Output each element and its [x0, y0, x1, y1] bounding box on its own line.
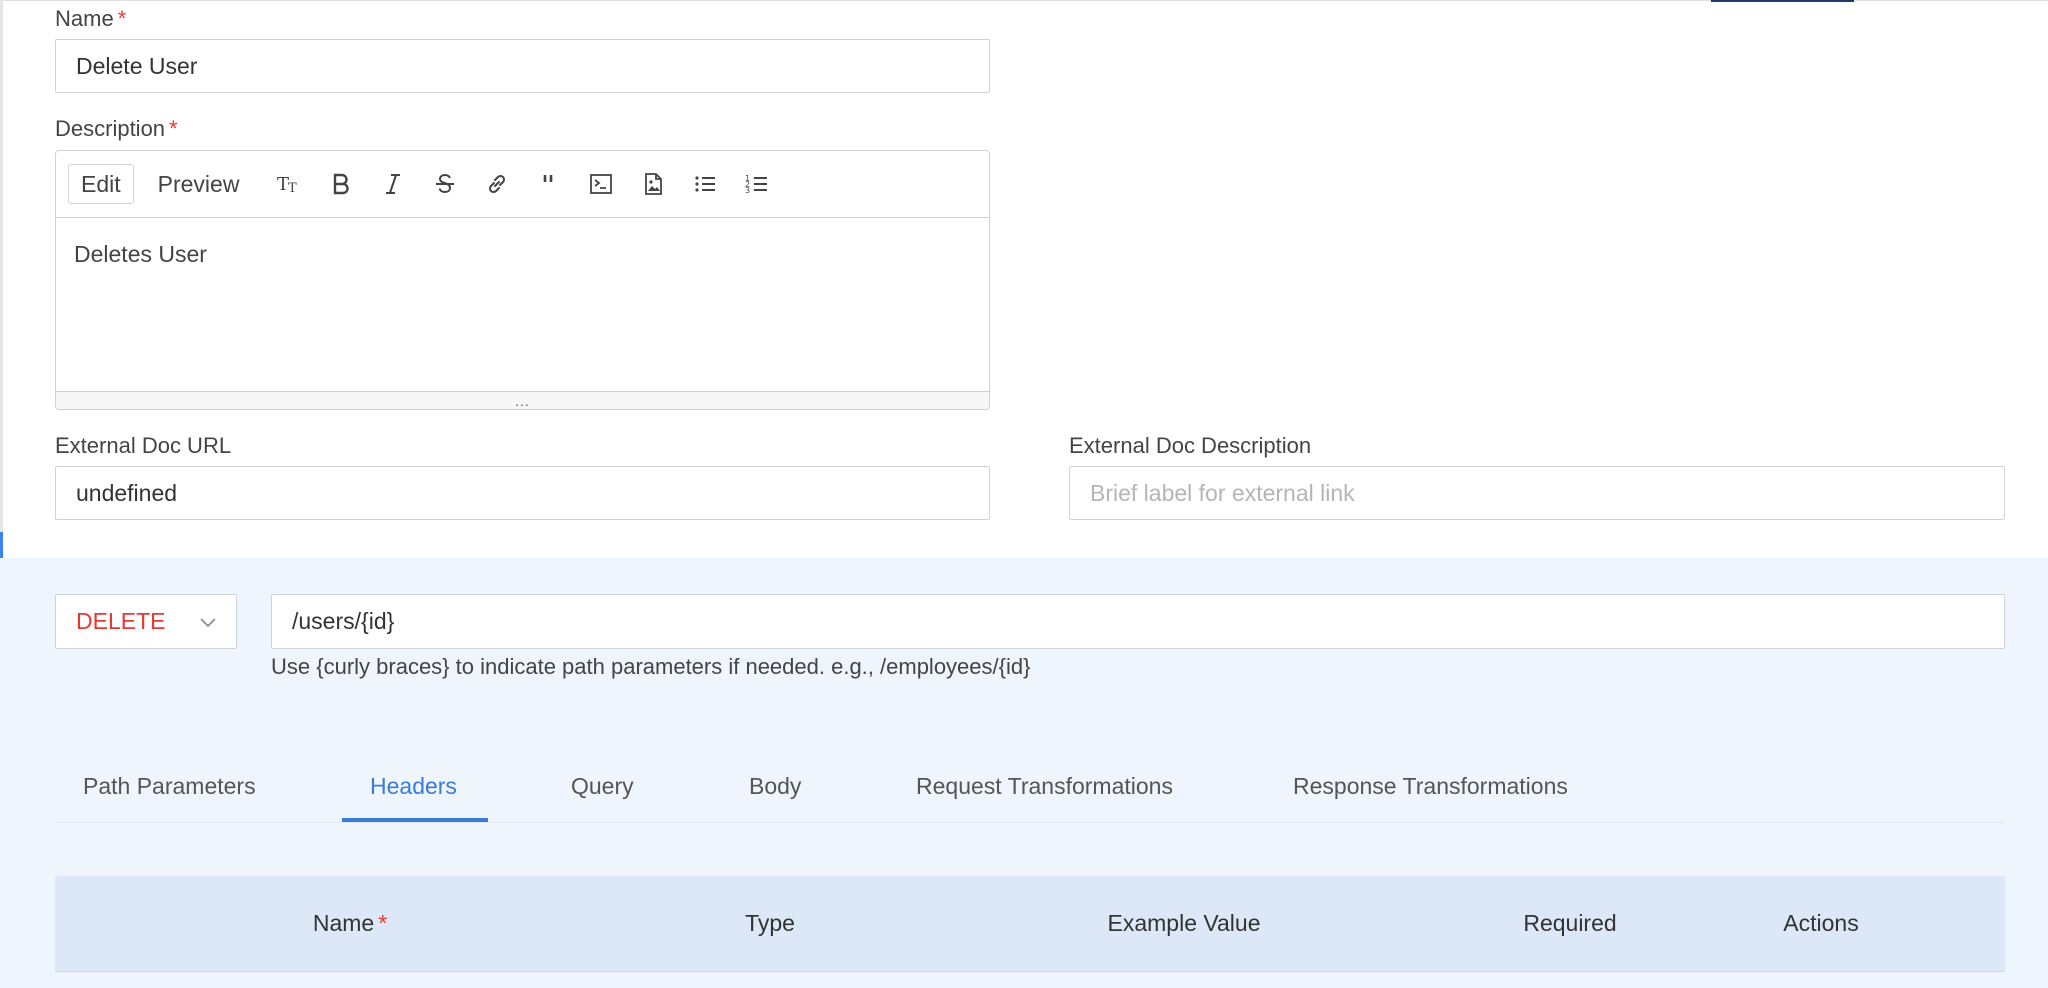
- editor-tab-preview[interactable]: Preview: [146, 164, 252, 204]
- required-mark: *: [169, 116, 178, 141]
- path-hint: Use {curly braces} to indicate path para…: [271, 654, 1031, 679]
- method-select-value: DELETE: [76, 608, 166, 634]
- numbered-list-icon[interactable]: 123: [731, 164, 783, 204]
- external-doc-url-label: External Doc URL: [55, 433, 232, 458]
- tab-path-parameters[interactable]: Path Parameters: [83, 750, 256, 822]
- svg-text:T: T: [288, 181, 297, 196]
- external-doc-description-input[interactable]: Brief label for external link: [1069, 466, 2005, 520]
- editor-content[interactable]: Deletes User: [56, 217, 989, 393]
- required-mark: *: [378, 910, 388, 936]
- required-mark: *: [117, 6, 127, 31]
- name-input[interactable]: Delete User: [55, 39, 990, 93]
- tab-body[interactable]: Body: [749, 750, 801, 822]
- bold-icon[interactable]: [315, 164, 367, 204]
- path-input[interactable]: /users/{id}: [271, 594, 2005, 649]
- strikethrough-icon[interactable]: [419, 164, 471, 204]
- bullet-list-icon[interactable]: [679, 164, 731, 204]
- column-header-name-text: Name: [312, 910, 375, 936]
- image-icon[interactable]: [627, 164, 679, 204]
- description-label-text: Description: [55, 116, 166, 141]
- resize-handle-glyph: ...: [515, 392, 530, 409]
- tab-response-transformations[interactable]: Response Transformations: [1293, 750, 1568, 822]
- quote-icon[interactable]: [523, 164, 575, 204]
- parameter-tabs: Path Parameters Headers Query Body Reque…: [55, 750, 2005, 823]
- external-doc-url-value: undefined: [76, 479, 178, 506]
- svg-text:3: 3: [745, 186, 750, 195]
- top-accent-bar: [1711, 0, 1854, 2]
- description-label: Description *: [55, 116, 178, 142]
- name-label: Name *: [55, 6, 126, 32]
- editor-tab-edit[interactable]: Edit: [68, 164, 134, 204]
- headers-table-header: Name * Type Example Value Required Action…: [55, 876, 2005, 972]
- name-input-value: Delete User: [76, 52, 198, 79]
- tab-request-transformations[interactable]: Request Transformations: [916, 750, 1173, 822]
- link-icon[interactable]: [471, 164, 523, 204]
- active-tab-indicator: [342, 818, 488, 822]
- external-doc-url-input[interactable]: undefined: [55, 466, 990, 520]
- editor-toolbar: Edit Preview TT 123: [56, 151, 989, 218]
- text-size-icon[interactable]: TT: [263, 164, 315, 204]
- external-doc-description-label: External Doc Description: [1069, 433, 1312, 458]
- path-input-value: /users/{id}: [292, 608, 395, 634]
- name-label-text: Name: [55, 6, 114, 31]
- italic-icon[interactable]: [367, 164, 419, 204]
- editor-resize-handle[interactable]: ...: [56, 391, 989, 409]
- method-select[interactable]: DELETE: [55, 594, 237, 649]
- chevron-down-icon: [198, 611, 218, 638]
- external-doc-description-placeholder: Brief label for external link: [1090, 479, 1355, 506]
- tab-headers[interactable]: Headers: [370, 750, 457, 822]
- code-icon[interactable]: [575, 164, 627, 204]
- column-header-actions: Actions: [1783, 910, 1859, 936]
- tab-query[interactable]: Query: [571, 750, 634, 822]
- markdown-editor[interactable]: Edit Preview TT 123 Deletes User ...: [55, 150, 990, 410]
